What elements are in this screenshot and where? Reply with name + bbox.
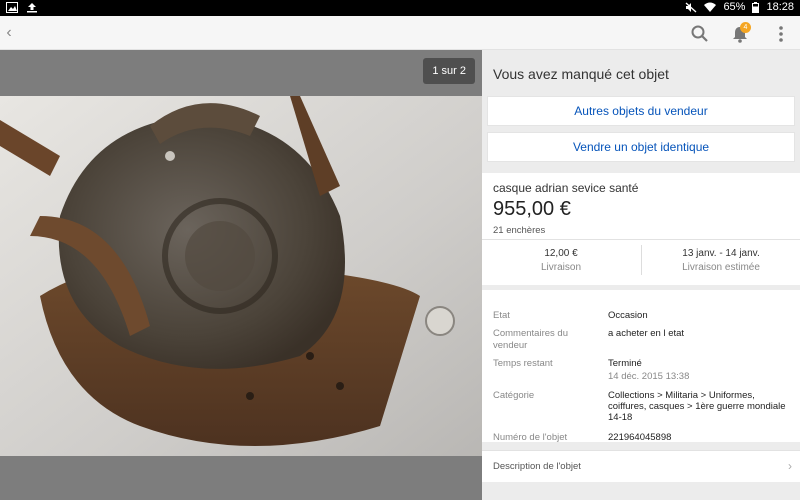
wifi-icon xyxy=(704,2,717,12)
spec-label: Temps restant xyxy=(493,358,553,369)
search-icon[interactable] xyxy=(690,24,710,44)
shipping-cost-value: 12,00 € xyxy=(544,248,578,259)
description-label: Description de l'objet xyxy=(493,461,581,472)
item-number: 221964045898 xyxy=(608,432,672,443)
spec-label: Etat xyxy=(493,310,510,321)
listing-summary-card: casque adrian sevice santé 955,00 € 21 e… xyxy=(482,173,800,285)
battery-percent: 65% xyxy=(723,1,746,13)
shipping-row: 12,00 € Livraison 13 janv. - 14 janv. Li… xyxy=(482,239,800,282)
delivery-dates: 13 janv. - 14 janv. xyxy=(682,248,760,259)
missed-item-heading: Vous avez manqué cet objet xyxy=(493,66,669,82)
spec-value: Occasion xyxy=(608,310,648,321)
chevron-left-icon[interactable]: ‹ xyxy=(2,23,16,43)
item-details-panel: Vous avez manqué cet objet Autres objets… xyxy=(482,50,800,500)
clock: 18:28 xyxy=(766,1,794,13)
chevron-right-icon: › xyxy=(788,459,792,473)
delivery-estimate: 13 janv. - 14 janv. Livraison estimée xyxy=(642,248,800,273)
more-vert-icon[interactable] xyxy=(771,24,791,44)
item-photo[interactable] xyxy=(0,96,482,456)
spec-label: Commentaires du vendeur xyxy=(493,328,568,351)
app-toolbar: ‹ xyxy=(0,16,800,50)
upload-icon xyxy=(27,3,37,13)
image-gallery[interactable]: 1 sur 2 xyxy=(0,50,482,500)
item-price: 955,00 € xyxy=(493,198,571,220)
end-date: 14 déc. 2015 13:38 xyxy=(608,371,690,382)
item-title: casque adrian sevice santé xyxy=(493,181,639,195)
battery-icon xyxy=(752,1,760,13)
seller-items-button[interactable]: Autres objets du vendeur xyxy=(487,96,795,126)
image-icon xyxy=(6,2,18,13)
spec-value: Terminé xyxy=(608,358,642,369)
spec-value: a acheter en l etat xyxy=(608,328,685,339)
bid-count: 21 enchères xyxy=(493,225,546,236)
item-description-row[interactable]: Description de l'objet › xyxy=(482,450,800,482)
notification-badge: 4 xyxy=(740,22,751,33)
category-breadcrumb[interactable]: Collections > Militaria > Uniformes, coi… xyxy=(608,390,793,423)
spec-label: Numéro de l'objet xyxy=(493,432,568,443)
shipping-cost-label: Livraison xyxy=(540,262,582,273)
sell-similar-button[interactable]: Vendre un objet identique xyxy=(487,132,795,162)
image-counter: 1 sur 2 xyxy=(423,58,475,84)
delivery-label: Livraison estimée xyxy=(682,262,760,273)
mute-icon xyxy=(686,2,697,12)
shipping-cost: 12,00 € Livraison xyxy=(482,248,640,273)
status-bar: 65% 18:28 xyxy=(0,0,800,16)
spec-label: Catégorie xyxy=(493,390,535,401)
item-specs-card: Etat Occasion Commentaires du vendeur a … xyxy=(482,290,800,443)
